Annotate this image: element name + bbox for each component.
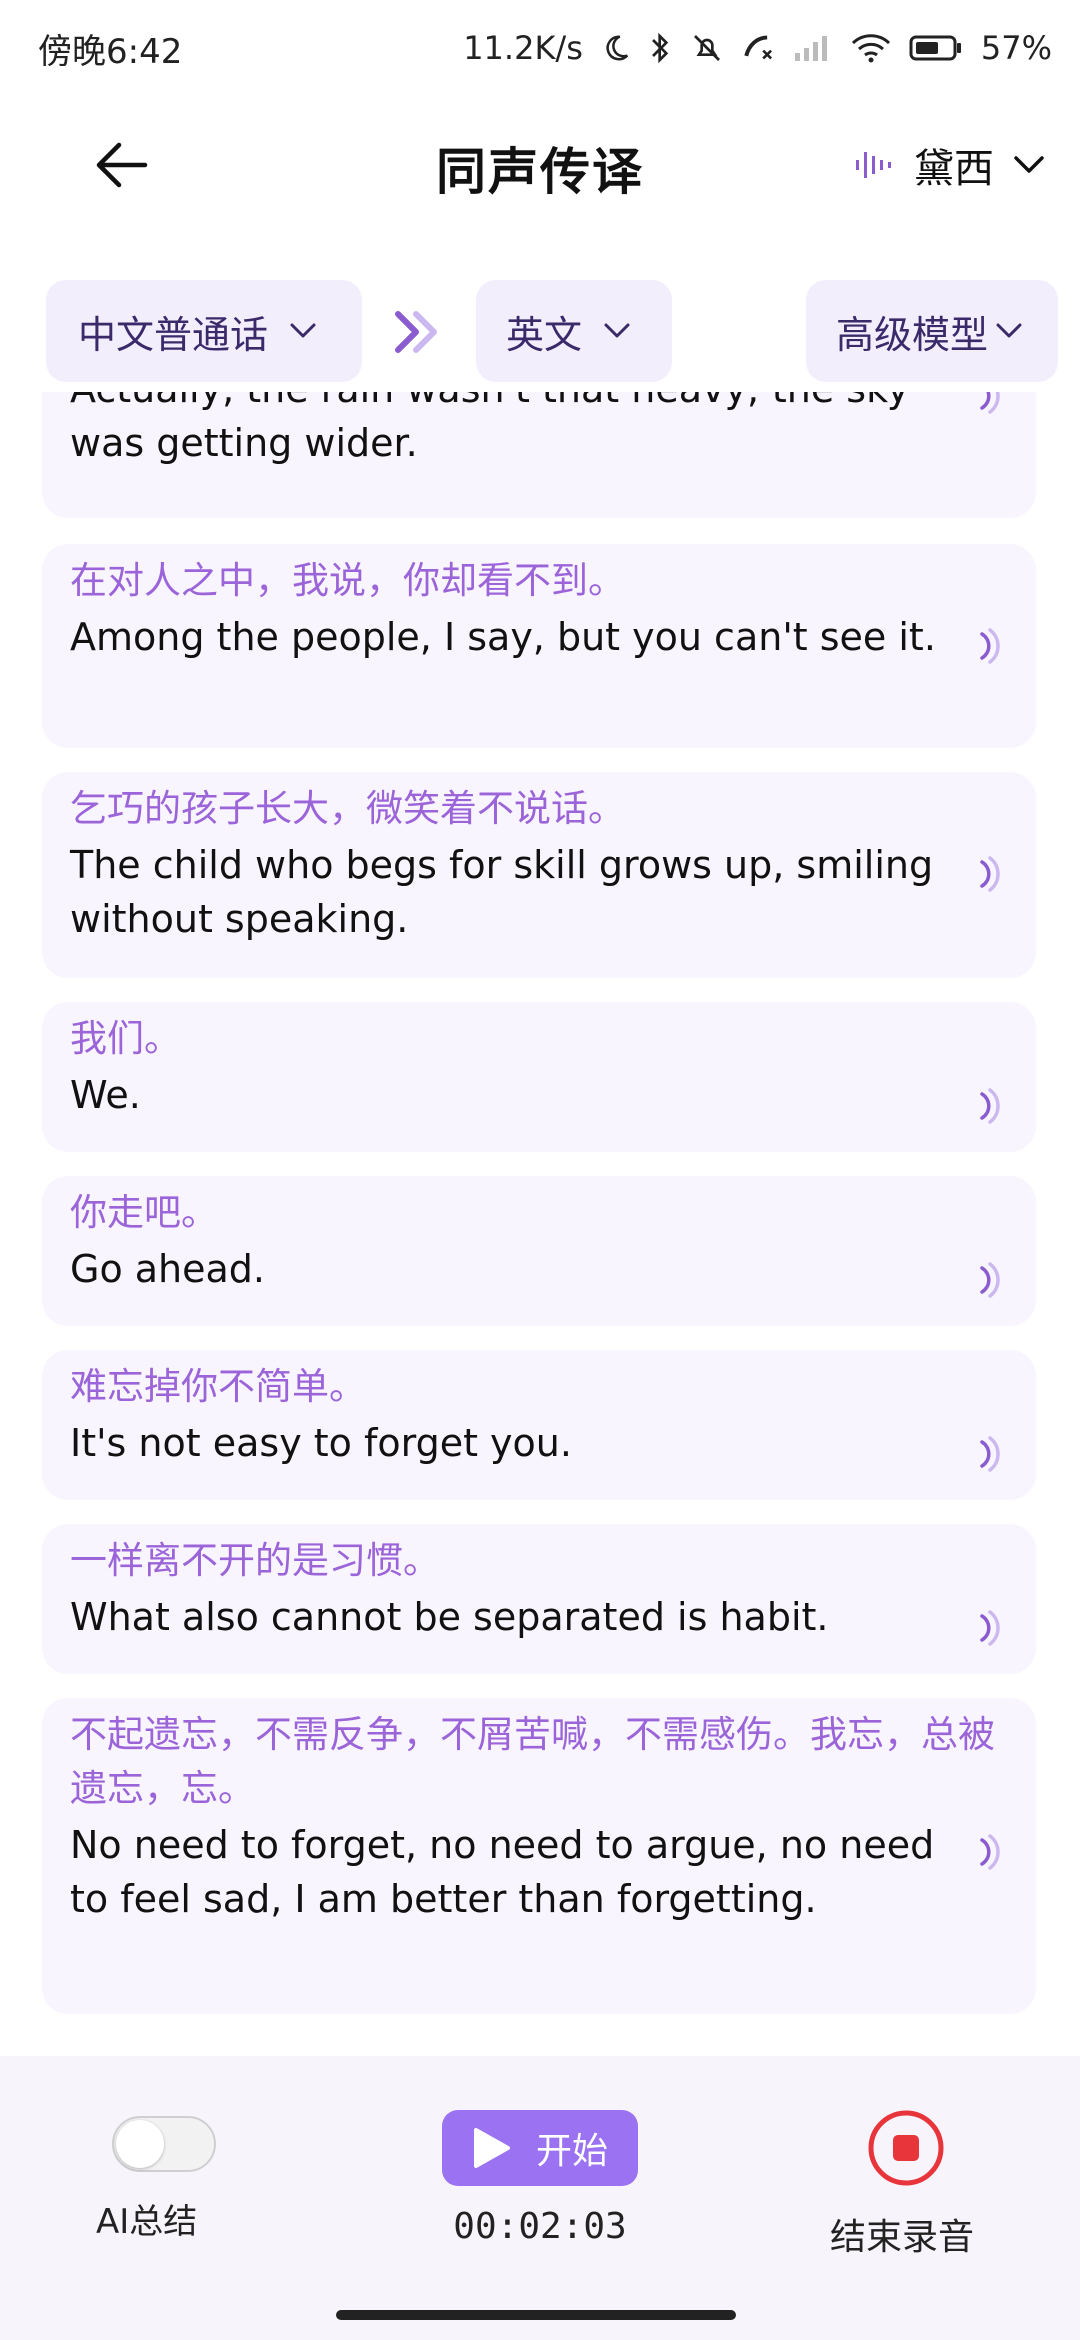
direction-arrows-icon	[392, 308, 452, 356]
speaker-icon[interactable]	[976, 854, 1006, 894]
source-text: 乞巧的孩子长大，微笑着不说话。	[70, 787, 625, 830]
stop-recording-label: 结束录音	[830, 2217, 975, 2258]
transcript-item: 难忘掉你不简单。 It's not easy to forget you.	[42, 1350, 1036, 1500]
ai-summary-toggle[interactable]	[112, 2116, 216, 2172]
status-icons: 11.2K/s 57%	[463, 29, 1052, 67]
speaker-icon[interactable]	[976, 1608, 1006, 1648]
transcript-item: 你走吧。 Go ahead.	[42, 1176, 1036, 1326]
translation-text: What also cannot be separated is habit.	[70, 1595, 829, 1639]
waveform-icon	[856, 152, 891, 178]
speaker-icon[interactable]	[976, 1086, 1006, 1126]
source-text: 你走吧。	[70, 1191, 218, 1234]
speaker-icon[interactable]	[976, 392, 1006, 416]
transcript-item: 在对人之中，我说，你却看不到。 Among the people, I say,…	[42, 544, 1036, 748]
translation-text: We.	[70, 1073, 141, 1117]
translation-text: The child who begs for skill grows up, s…	[70, 843, 934, 941]
speaker-icon[interactable]	[976, 1434, 1006, 1474]
toggle-knob	[116, 2120, 164, 2168]
transcript-item: 乞巧的孩子长大，微笑着不说话。 The child who begs for s…	[42, 772, 1036, 978]
source-text: 在对人之中，我说，你却看不到。	[70, 559, 625, 602]
chevron-down-icon	[602, 321, 632, 341]
speaker-icon[interactable]	[976, 1832, 1006, 1872]
signal-icon	[793, 33, 833, 63]
play-icon	[473, 2128, 510, 2168]
voice-selector[interactable]: 黛西	[854, 136, 1046, 194]
speaker-icon[interactable]	[976, 626, 1006, 666]
source-text: 不起遗忘，不需反争，不屑苦喊，不需感伤。我忘，总被遗忘，忘。	[70, 1713, 995, 1810]
target-language-dropdown[interactable]: 英文	[476, 280, 672, 382]
speaker-icon[interactable]	[976, 1260, 1006, 1300]
moon-icon	[601, 33, 631, 63]
transcript-item: 不起遗忘，不需反争，不屑苦喊，不需感伤。我忘，总被遗忘，忘。 No need t…	[42, 1698, 1036, 2014]
model-label: 高级模型	[836, 312, 989, 357]
start-label: 开始	[535, 2131, 608, 2172]
start-button[interactable]: 开始	[442, 2110, 638, 2186]
call-icon	[741, 32, 775, 64]
translation-text: No need to forget, no need to argue, no …	[70, 1823, 935, 1921]
source-text: 一样离不开的是习惯。	[70, 1539, 440, 1582]
status-time: 傍晚6:42	[38, 31, 183, 72]
target-language-label: 英文	[506, 312, 583, 357]
transcript-item: Actually, the rain wasn't that heavy; th…	[42, 392, 1036, 518]
translation-text: Go ahead.	[70, 1247, 266, 1291]
chevron-down-icon	[994, 321, 1024, 341]
battery-percent: 57%	[980, 29, 1052, 67]
transcript-list[interactable]: Actually, the rain wasn't that heavy; th…	[42, 392, 1036, 2018]
header: 同声传译 黛西	[0, 110, 1080, 220]
model-dropdown[interactable]: 高级模型	[806, 280, 1058, 382]
transcript-item: 一样离不开的是习惯。 What also cannot be separated…	[42, 1524, 1036, 1674]
battery-icon	[909, 33, 963, 63]
translation-text: Actually, the rain wasn't that heavy; th…	[70, 392, 909, 465]
chevron-down-icon	[288, 321, 318, 341]
bluetooth-icon	[649, 32, 673, 64]
wifi-icon	[851, 33, 891, 63]
net-speed: 11.2K/s	[463, 29, 583, 67]
stop-record-icon	[868, 2110, 944, 2186]
translation-text: It's not easy to forget you.	[70, 1421, 572, 1465]
home-indicator[interactable]	[336, 2310, 736, 2320]
transcript-item: 我们。 We.	[42, 1002, 1036, 1152]
bottom-control-bar: AI总结 开始 00:02:03 结束录音	[0, 2056, 1080, 2340]
translation-text: Among the people, I say, but you can't s…	[70, 615, 936, 659]
source-text: 我们。	[70, 1017, 181, 1060]
language-bar: 中文普通话 英文 高级模型	[46, 280, 1058, 384]
voice-name: 黛西	[914, 146, 994, 192]
source-language-label: 中文普通话	[78, 312, 269, 357]
status-bar: 傍晚6:42 11.2K/s 57%	[0, 0, 1080, 96]
stop-recording-button[interactable]	[866, 2108, 946, 2188]
bell-off-icon	[691, 32, 723, 64]
source-text: 难忘掉你不简单。	[70, 1365, 366, 1408]
source-language-dropdown[interactable]: 中文普通话	[46, 280, 362, 382]
chevron-down-icon	[1014, 156, 1044, 173]
